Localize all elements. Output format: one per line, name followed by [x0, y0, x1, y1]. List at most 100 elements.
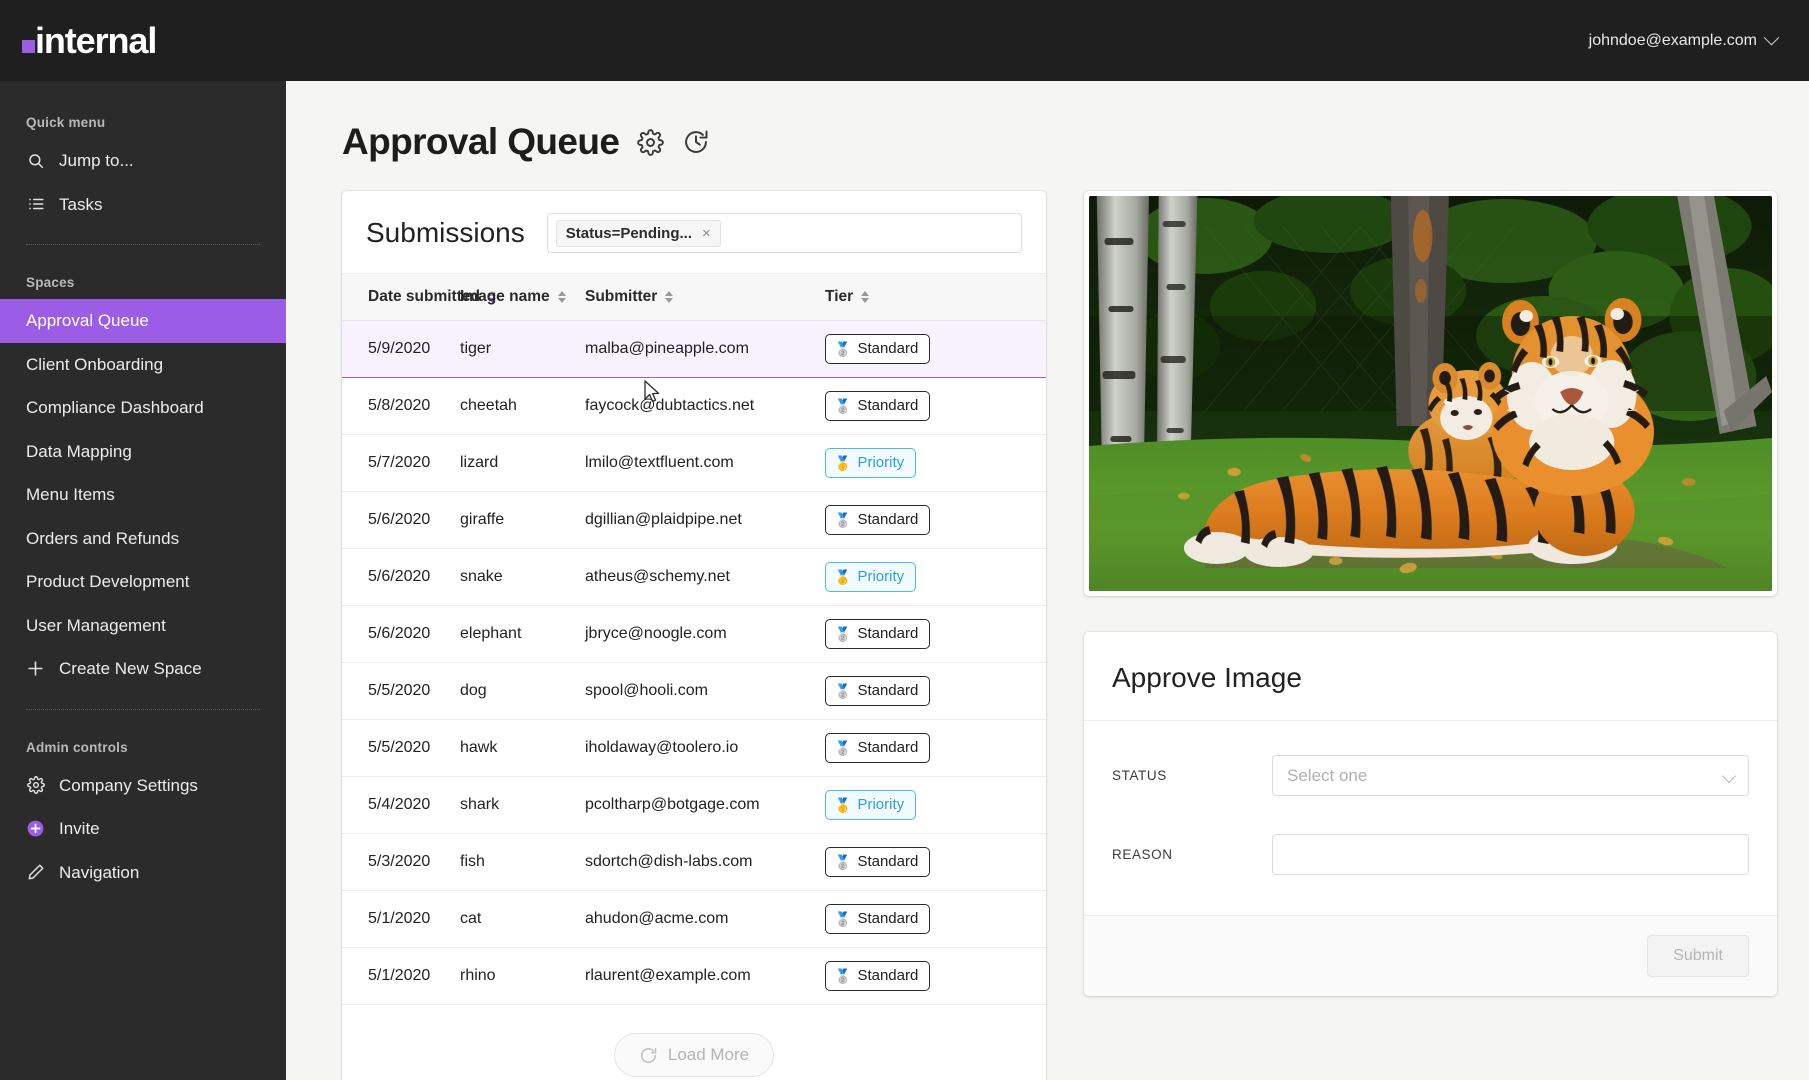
cell-submitter: faycock@dubtactics.net — [585, 377, 825, 435]
table-row[interactable]: 5/9/2020 tiger malba@pineapple.com 🥈 Standar… — [342, 320, 1046, 378]
submit-button[interactable]: Submit — [1647, 935, 1749, 977]
sort-toggle-icon[interactable] — [665, 291, 674, 303]
cell-image-name: cheetah — [460, 377, 585, 435]
cell-submitter: sdortch@dish-labs.com — [585, 833, 825, 891]
approve-card-body: STATUS Select one REASON — [1084, 721, 1777, 915]
table-row[interactable]: 5/3/2020 fish sdortch@dish-labs.com 🥈 Standa… — [342, 833, 1046, 891]
cell-image-name: rhino — [460, 947, 585, 1005]
sidebar-item-compliance-dashboard[interactable]: Compliance Dashboard — [0, 386, 286, 430]
status-label: STATUS — [1112, 768, 1167, 783]
filter-chip-status[interactable]: Status=Pending... × — [555, 219, 721, 247]
column-header-tier[interactable]: Tier — [825, 273, 1046, 321]
create-new-space-button[interactable]: Create New Space — [0, 647, 286, 691]
cell-image-name: elephant — [460, 605, 585, 663]
sidebar-item-jump-to[interactable]: Jump to... — [0, 139, 286, 183]
tier-badge-label: Standard — [857, 511, 919, 528]
submissions-table: Date submitted Image name Submitter Tier… — [342, 273, 1046, 1005]
sidebar-item-product-development[interactable]: Product Development — [0, 560, 286, 604]
table-row[interactable]: 5/6/2020 giraffe dgillian@plaidpipe.net 🥈 St… — [342, 491, 1046, 549]
tier-badge: 🥈 Standard — [825, 334, 931, 364]
tier-badge: 🥈 Standard — [825, 391, 931, 421]
filter-input[interactable]: Status=Pending... × — [546, 213, 1022, 253]
cell-tier: 🥈 Standard — [825, 833, 1046, 891]
sidebar-item-label: Orders and Refunds — [26, 528, 180, 548]
cell-image-name: lizard — [460, 434, 585, 492]
pencil-icon — [26, 863, 45, 882]
sidebar-item-label: Approval Queue — [26, 311, 149, 330]
sidebar-divider-2 — [26, 708, 260, 710]
sidebar-item-menu-items[interactable]: Menu Items — [0, 473, 286, 517]
cell-date-submitted: 5/5/2020 — [342, 662, 460, 720]
cell-date-submitted: 5/3/2020 — [342, 833, 460, 891]
column-header-label: Submitter — [585, 288, 658, 305]
submissions-header: Submissions Status=Pending... × — [342, 191, 1046, 273]
sidebar-item-company-settings[interactable]: Company Settings — [0, 764, 286, 808]
cell-image-name: dog — [460, 662, 585, 720]
table-row[interactable]: 5/4/2020 shark pcoltharp@botgage.com 🥇 Prior… — [342, 776, 1046, 834]
medal-icon: 🥈 — [834, 682, 852, 699]
medal-icon: 🥈 — [834, 967, 852, 984]
sidebar-item-orders-and-refunds[interactable]: Orders and Refunds — [0, 517, 286, 561]
sidebar-item-invite[interactable]: Invite — [0, 807, 286, 851]
cell-image-name: fish — [460, 833, 585, 891]
tier-badge: 🥈 Standard — [825, 961, 931, 991]
sort-toggle-icon[interactable] — [557, 291, 566, 303]
approve-image-card: Approve Image STATUS Select one REASON S… — [1084, 632, 1777, 996]
sidebar-item-label: Tasks — [59, 194, 103, 214]
cell-submitter: lmilo@textfluent.com — [585, 434, 825, 492]
column-header-image-name[interactable]: Image name — [460, 273, 585, 321]
column-header-date-submitted[interactable]: Date submitted — [342, 273, 496, 321]
sidebar-item-label: Compliance Dashboard — [26, 398, 204, 417]
submissions-column: Submissions Status=Pending... × Date sub… — [342, 191, 1046, 1080]
detail-column: Approve Image STATUS Select one REASON S… — [1084, 191, 1777, 996]
user-menu[interactable]: johndoe@example.com — [1588, 29, 1780, 50]
sidebar-item-label: Client Onboarding — [26, 354, 164, 374]
cell-tier: 🥈 Standard — [825, 491, 1046, 549]
cell-submitter: spool@hooli.com — [585, 662, 825, 720]
table-row[interactable]: 5/8/2020 cheetah faycock@dubtactics.net 🥈 St… — [342, 377, 1046, 435]
refresh-icon — [639, 1046, 658, 1065]
close-icon[interactable]: × — [702, 225, 711, 242]
medal-icon: 🥈 — [834, 910, 852, 927]
sidebar-item-navigation[interactable]: Navigation — [0, 851, 286, 895]
sidebar-item-label: Product Development — [26, 572, 190, 591]
table-row[interactable]: 5/6/2020 snake atheus@schemy.net 🥇 Priority — [342, 548, 1046, 606]
gear-icon[interactable] — [637, 128, 665, 156]
tier-badge: 🥇 Priority — [825, 790, 917, 820]
sidebar-item-label: User Management — [26, 615, 166, 635]
tiger-image — [1089, 196, 1772, 591]
cell-submitter: jbryce@noogle.com — [585, 605, 825, 663]
sidebar-item-tasks[interactable]: Tasks — [0, 183, 286, 227]
sidebar-item-client-onboarding[interactable]: Client Onboarding — [0, 343, 286, 387]
tier-badge-label: Priority — [857, 568, 905, 585]
tier-badge-label: Standard — [857, 739, 919, 756]
reason-input[interactable] — [1272, 834, 1749, 875]
sort-toggle-icon[interactable] — [861, 291, 870, 303]
cell-submitter: atheus@schemy.net — [585, 548, 825, 606]
cell-tier: 🥈 Standard — [825, 605, 1046, 663]
column-header-submitter[interactable]: Submitter — [585, 273, 825, 321]
table-row[interactable]: 5/1/2020 cat ahudon@acme.com 🥈 Standard — [342, 890, 1046, 948]
tier-badge-label: Priority — [857, 796, 905, 813]
app-root: internal johndoe@example.com Quick menu … — [0, 0, 1809, 1080]
status-select[interactable]: Select one — [1272, 755, 1749, 796]
sidebar: Quick menu Jump to... Tasks Spaces Appro… — [0, 81, 286, 1080]
table-row[interactable]: 5/7/2020 lizard lmilo@textfluent.com 🥇 Prior… — [342, 434, 1046, 492]
tier-badge: 🥇 Priority — [825, 562, 917, 592]
cell-submitter: pcoltharp@botgage.com — [585, 776, 825, 834]
sidebar-item-user-management[interactable]: User Management — [0, 604, 286, 648]
sidebar-item-data-mapping[interactable]: Data Mapping — [0, 430, 286, 474]
tier-badge-label: Standard — [857, 625, 919, 642]
table-row[interactable]: 5/1/2020 rhino rlaurent@example.com 🥈 Standa… — [342, 947, 1046, 1005]
sidebar-item-approval-queue[interactable]: Approval Queue — [0, 299, 286, 343]
table-row[interactable]: 5/5/2020 hawk iholdaway@toolero.io 🥈 Standar… — [342, 719, 1046, 777]
medal-icon: 🥇 — [834, 454, 852, 471]
table-row[interactable]: 5/6/2020 elephant jbryce@noogle.com 🥈 Standa… — [342, 605, 1046, 663]
load-more-button[interactable]: Load More — [613, 1033, 775, 1077]
history-icon[interactable] — [682, 128, 710, 156]
cell-image-name: hawk — [460, 719, 585, 777]
medal-icon: 🥈 — [834, 340, 852, 357]
app-logo[interactable]: internal — [22, 22, 157, 59]
table-row[interactable]: 5/5/2020 dog spool@hooli.com 🥈 Standard — [342, 662, 1046, 720]
user-email-label: johndoe@example.com — [1588, 31, 1757, 49]
